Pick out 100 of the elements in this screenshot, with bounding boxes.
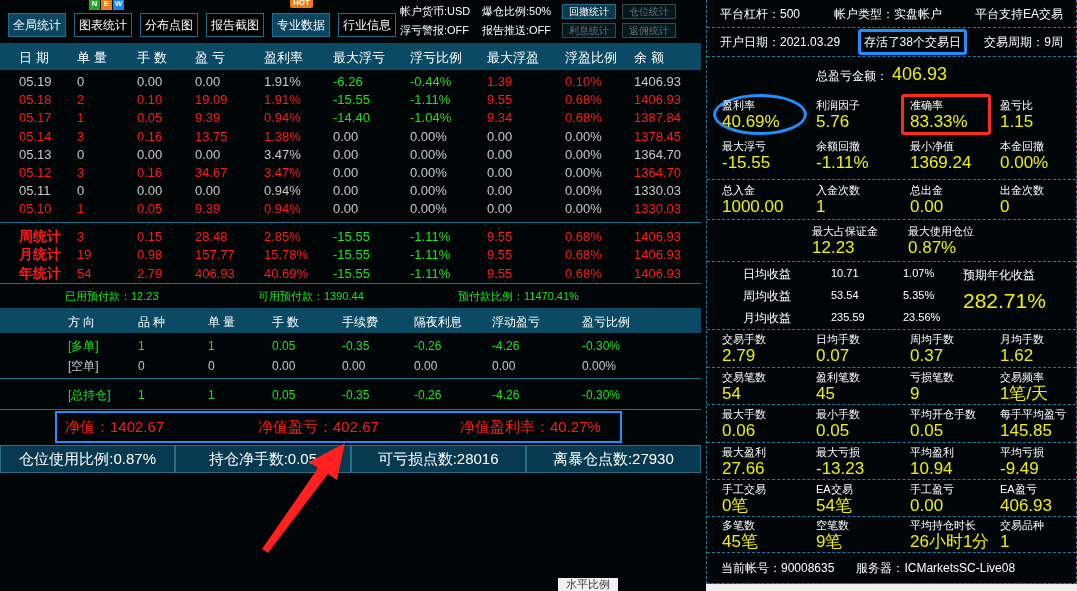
stat-label: 日均收益 xyxy=(743,266,791,281)
table-cell: -15.55 xyxy=(333,247,370,263)
table-cell: 0.00% xyxy=(410,146,447,162)
stat-value: 26小时1分 xyxy=(910,533,988,551)
stat-value: 1 xyxy=(816,198,827,216)
table-cell: -1.04% xyxy=(410,110,452,126)
stat-label: 最大使用仓位 xyxy=(908,224,975,239)
table-cell: 0.94% xyxy=(264,110,301,126)
table-cell: 0.00 xyxy=(414,359,438,373)
stat-label: 总入金 xyxy=(722,183,756,198)
scale-tab[interactable]: 水平比例 xyxy=(558,578,618,591)
toolbar-button[interactable]: 行业信息 xyxy=(338,13,396,37)
table-cell: 1406.93 xyxy=(634,92,681,108)
toolbar-button[interactable]: 专业数据 xyxy=(272,13,330,37)
stat-value: 1笔/天 xyxy=(1000,384,1050,403)
table-cell: 0.00 xyxy=(487,165,513,181)
table-cell: -14.40 xyxy=(333,110,370,126)
prepaid-info: 已用预付款：12.23 xyxy=(65,288,159,304)
column-header: 单 量 xyxy=(77,49,107,65)
stats-button[interactable]: 回撤统计 xyxy=(562,3,616,19)
stat-label: 最小净值 xyxy=(910,138,955,154)
stat-value: 0.05 xyxy=(816,422,851,440)
position-stat: 仓位使用比例:0.87% xyxy=(0,445,176,473)
column-header: 余 额 xyxy=(634,49,664,65)
table-cell: 3 xyxy=(77,228,85,244)
stat-value: -1.11% xyxy=(816,153,870,172)
table-cell: 1.91% xyxy=(264,92,301,108)
stat-value: 0.05 xyxy=(910,422,945,440)
column-header: 隔夜利息 xyxy=(414,314,462,329)
table-cell: 0.00% xyxy=(410,201,447,217)
table-cell: 0.00% xyxy=(565,146,602,162)
stat-label: 出金次数 xyxy=(1000,183,1045,198)
table-cell: 1 xyxy=(77,110,85,126)
table-cell: 19.09 xyxy=(195,92,228,108)
table-cell: -6.26 xyxy=(333,74,363,90)
table-cell: 05.19 xyxy=(19,74,52,90)
table-cell: 0.68% xyxy=(565,92,602,108)
stat-label: 盈利笔数 xyxy=(816,369,861,385)
table-cell: -0.35 xyxy=(342,388,370,402)
table-cell: 1 xyxy=(77,201,85,217)
table-cell: 05.14 xyxy=(19,128,52,144)
table-cell: 0.15 xyxy=(137,228,163,244)
table-cell: 0.00% xyxy=(410,165,447,181)
account-info: 爆仓比例:50% xyxy=(482,3,553,19)
stat-label: 最大浮亏 xyxy=(722,138,767,154)
column-header: 单 量 xyxy=(208,314,236,329)
table-cell: 1 xyxy=(138,388,145,402)
stat-label: 周均收益 xyxy=(743,288,791,303)
table-cell: 0.68% xyxy=(565,265,602,281)
stat-label: 交易频率 xyxy=(1000,369,1045,385)
table-cell: 0.00 xyxy=(487,201,513,217)
table-cell: 0.00 xyxy=(333,183,359,199)
stat-label: 月均收益 xyxy=(743,310,791,325)
column-header: 方 向 xyxy=(68,314,96,329)
table-cell: -4.26 xyxy=(492,339,520,353)
table-cell: 1 xyxy=(208,339,215,353)
stat-label: 最大占保证金 xyxy=(812,224,879,239)
column-header: 手 数 xyxy=(272,314,300,329)
stat-value: 0.00 xyxy=(910,496,945,515)
table-cell: 0.00 xyxy=(137,146,163,162)
table-cell: 0.00% xyxy=(565,201,602,217)
table-cell: 0 xyxy=(77,146,85,162)
table-cell: [总持仓] xyxy=(68,388,111,402)
stat-value: 0.06 xyxy=(722,422,757,440)
stat-label: 平均盈利 xyxy=(910,444,955,460)
toolbar-button[interactable]: 分布点图 xyxy=(140,13,198,37)
table-cell: 0.00 xyxy=(195,74,221,90)
column-header: 手 数 xyxy=(137,49,167,65)
stat-label: 交易手数 xyxy=(722,332,767,347)
table-cell: 9.39 xyxy=(195,201,221,217)
table-cell: 0.00 xyxy=(272,359,296,373)
stat-label: 总出金 xyxy=(910,183,944,198)
column-header: 浮盈比例 xyxy=(565,49,617,65)
position-stat: 离暴仓点数:27930 xyxy=(525,445,701,473)
toolbar-button[interactable]: 全局统计 xyxy=(8,13,66,37)
table-cell: 0.94% xyxy=(264,183,301,199)
stat-value: -9.49 xyxy=(1000,459,1040,478)
table-cell: -4.26 xyxy=(492,388,520,402)
stat-value: 406.93 xyxy=(891,62,948,86)
table-cell: 0.98 xyxy=(137,247,163,263)
table-cell: 0.00 xyxy=(333,165,359,181)
table-cell: 0.16 xyxy=(137,165,163,181)
stat-label: 入金次数 xyxy=(816,183,861,198)
table-cell: 0.05 xyxy=(272,339,296,353)
table-cell: 0.68% xyxy=(565,110,602,126)
net-value-stat: 净值：1402.67 xyxy=(65,416,165,437)
toolbar-button[interactable]: 图表统计 xyxy=(74,13,132,37)
table-cell: 40.69% xyxy=(264,265,309,281)
stat-value: 9笔 xyxy=(816,533,844,551)
table-cell: 05.12 xyxy=(19,165,52,181)
toolbar-button[interactable]: 报告截图 xyxy=(206,13,264,37)
stat-label: 手工盈亏 xyxy=(910,481,955,497)
stat-value: 45笔 xyxy=(722,533,759,551)
table-cell: 9.55 xyxy=(487,228,513,244)
table-cell: 05.11 xyxy=(19,183,51,199)
stat-label: 平均持仓时长 xyxy=(910,518,977,533)
table-cell: 13.75 xyxy=(195,128,228,144)
table-cell: 1364.70 xyxy=(634,146,681,162)
table-cell: 0.00 xyxy=(492,359,516,373)
stat-label: 余额回撤 xyxy=(816,138,861,154)
